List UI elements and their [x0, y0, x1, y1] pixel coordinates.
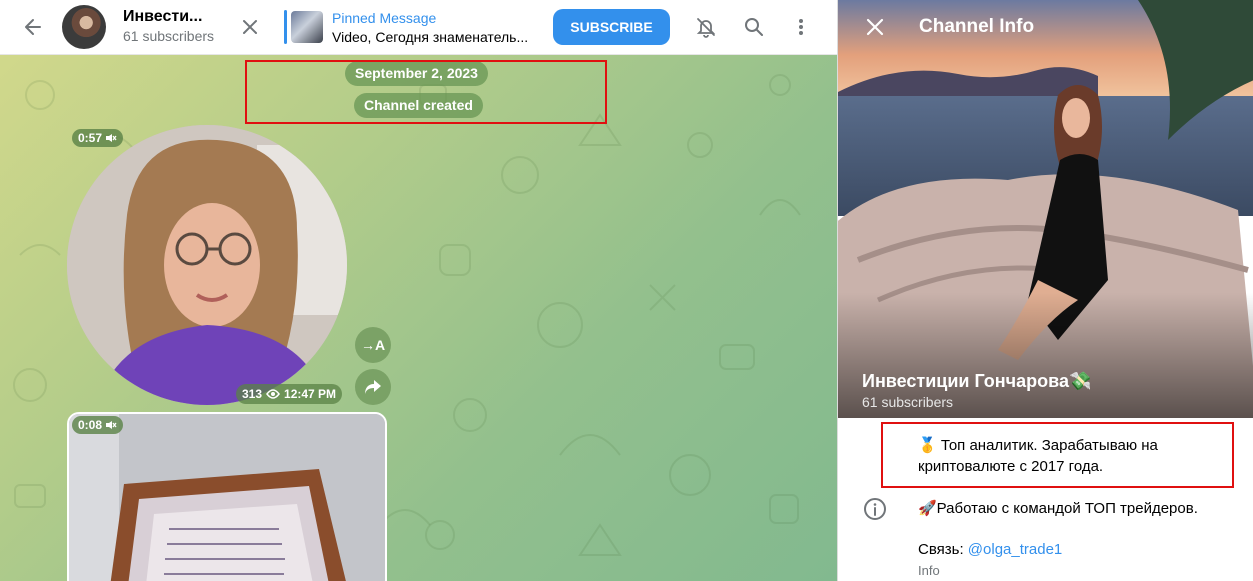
message-time: 12:47 PM [284, 387, 337, 401]
highlight-box-date [245, 60, 607, 124]
profile-subscribers: 61 subscribers [862, 394, 954, 410]
muted-speaker-icon [106, 421, 117, 429]
channel-avatar[interactable] [62, 5, 106, 49]
channel-contact: Связь: @olga_trade1 [918, 541, 1062, 558]
video1-duration: 0:57 [78, 131, 103, 145]
more-vertical-icon[interactable] [786, 12, 816, 42]
channel-description-line2: 🚀Работаю с командой ТОП трейдеров. [918, 500, 1198, 517]
pinned-thumbnail[interactable] [291, 11, 323, 43]
close-info-icon[interactable] [860, 12, 890, 42]
chat-panel: Инвести... 61 subscribers Pinned Message… [0, 0, 837, 581]
woman-video-illustration [67, 125, 347, 405]
channel-title[interactable]: Инвести... [123, 8, 202, 26]
pinned-indicator [284, 10, 287, 44]
close-icon[interactable] [236, 13, 264, 41]
translate-button[interactable]: →A [355, 327, 391, 363]
info-circle-icon [863, 497, 887, 521]
video1-meta: 313 12:47 PM [236, 384, 343, 404]
channel-info-panel: Channel Info Инвестиции Гончарова💸 61 su… [837, 0, 1253, 581]
contact-prefix: Связь: [918, 541, 968, 558]
video1-duration-badge: 0:57 [72, 129, 124, 147]
channel-subscribers: 61 subscribers [123, 28, 215, 44]
profile-photo-illustration [838, 0, 1253, 418]
info-section-label: Info [918, 563, 940, 578]
share-forward-button[interactable] [355, 369, 391, 405]
subscribe-button[interactable]: SUBSCRIBE [553, 9, 670, 45]
view-count: 313 [242, 387, 263, 401]
round-video-message[interactable] [67, 125, 347, 405]
translate-icon: →A [360, 337, 386, 353]
license-document-illustration [69, 414, 385, 581]
pinned-message-text[interactable]: Video, Сегодня знаменатель... [332, 29, 528, 45]
back-arrow-icon[interactable] [18, 12, 48, 42]
chat-header: Инвести... 61 subscribers Pinned Message… [0, 0, 837, 55]
pinned-message-title[interactable]: Pinned Message [332, 10, 436, 26]
highlight-box-description [881, 422, 1234, 488]
search-icon[interactable] [739, 12, 769, 42]
channel-profile-photo[interactable] [838, 0, 1253, 418]
contact-handle-link[interactable]: @olga_trade1 [968, 541, 1062, 558]
mute-bell-icon[interactable] [691, 12, 721, 42]
video2-duration-badge: 0:08 [72, 416, 124, 434]
muted-speaker-icon [106, 134, 117, 142]
profile-channel-name: Инвестиции Гончарова💸 [862, 371, 1092, 391]
video2-duration: 0:08 [78, 418, 103, 432]
eye-icon [266, 389, 280, 399]
forward-arrow-icon [365, 380, 381, 394]
video-message[interactable] [67, 412, 387, 581]
info-panel-title: Channel Info [919, 16, 1035, 37]
